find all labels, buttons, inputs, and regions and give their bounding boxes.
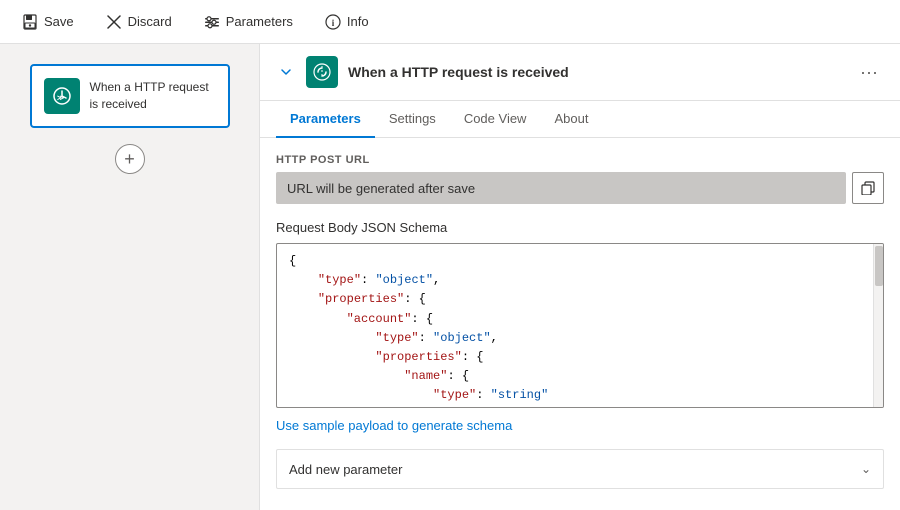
svg-text:≫: ≫ [57,94,64,102]
trigger-card[interactable]: ≫ When a HTTP request is received [30,64,230,128]
add-parameter-bar[interactable]: Add new parameter ⌄ [276,449,884,489]
parameters-icon [204,14,220,30]
right-panel: When a HTTP request is received ··· Para… [260,44,900,510]
expand-icon[interactable] [276,62,296,82]
right-header: When a HTTP request is received ··· [260,44,900,101]
tabs: Parameters Settings Code View About [260,101,900,138]
toolbar: Save Discard Parameters [0,0,900,44]
add-param-label: Add new parameter [289,462,402,477]
save-button[interactable]: Save [16,10,80,34]
svg-text:i: i [332,18,335,28]
info-button[interactable]: i Info [319,10,375,34]
save-label: Save [44,14,74,29]
trigger-label: When a HTTP request is received [90,79,216,113]
discard-icon [106,14,122,30]
tab-code-view[interactable]: Code View [450,101,541,138]
discard-label: Discard [128,14,172,29]
tab-parameters[interactable]: Parameters [276,101,375,138]
url-placeholder-text: URL will be generated after save [287,181,475,196]
json-content: { "type": "object", "properties": { "acc… [277,244,883,407]
add-step-button[interactable]: + [115,144,145,174]
url-field: URL will be generated after save [276,172,846,204]
action-icon [306,56,338,88]
generate-schema-link[interactable]: Use sample payload to generate schema [276,418,884,433]
schema-label: Request Body JSON Schema [276,220,884,235]
left-panel: ≫ When a HTTP request is received + [0,44,260,510]
copy-url-button[interactable] [852,172,884,204]
tab-about[interactable]: About [540,101,602,138]
json-scrollbar-thumb [875,246,883,286]
trigger-icon: ≫ [44,78,80,114]
info-icon: i [325,14,341,30]
tab-content: HTTP POST URL URL will be generated afte… [260,138,900,510]
http-post-url-label: HTTP POST URL [276,154,884,166]
info-label: Info [347,14,369,29]
json-scrollbar[interactable] [873,244,883,407]
parameters-button[interactable]: Parameters [198,10,299,34]
main-layout: ≫ When a HTTP request is received + [0,44,900,510]
json-editor[interactable]: { "type": "object", "properties": { "acc… [276,243,884,408]
save-icon [22,14,38,30]
parameters-label: Parameters [226,14,293,29]
tab-settings[interactable]: Settings [375,101,450,138]
more-options-button[interactable]: ··· [854,60,884,85]
url-field-row: URL will be generated after save [276,172,884,204]
copy-icon [861,181,875,195]
chevron-down-icon: ⌄ [861,462,871,476]
header-title: When a HTTP request is received [348,64,844,80]
discard-button[interactable]: Discard [100,10,178,34]
